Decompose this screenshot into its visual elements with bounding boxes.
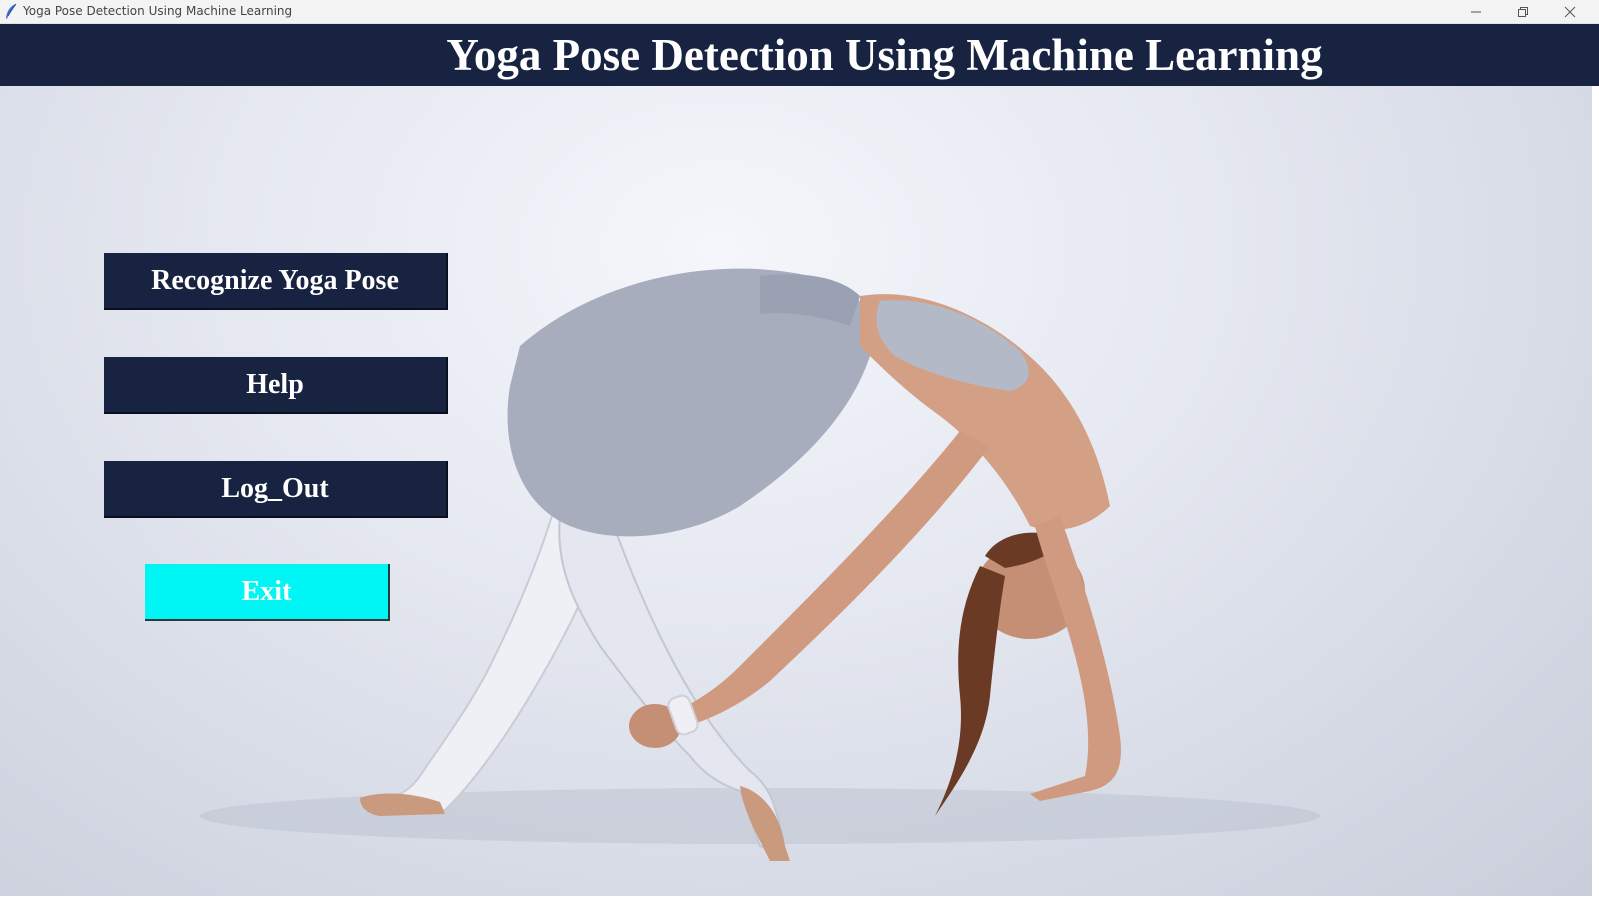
app-window: Yoga Pose Detection Using Machine Learni… [0,0,1599,899]
help-button[interactable]: Help [104,357,448,414]
minimize-button[interactable] [1453,0,1499,23]
page-title: Yoga Pose Detection Using Machine Learni… [446,30,1323,80]
window-title: Yoga Pose Detection Using Machine Learni… [23,4,293,18]
window-right-edge [1592,86,1599,899]
feather-icon [4,3,18,20]
header-banner: Yoga Pose Detection Using Machine Learni… [0,24,1599,86]
close-icon [1564,6,1576,17]
close-button[interactable] [1547,0,1593,23]
minimize-icon [1471,11,1481,12]
restore-icon [1518,6,1528,17]
logout-button[interactable]: Log_Out [104,461,448,518]
recognize-yoga-pose-button[interactable]: Recognize Yoga Pose [104,253,448,310]
restore-button[interactable] [1500,0,1546,23]
exit-button[interactable]: Exit [145,564,390,621]
title-bar[interactable]: Yoga Pose Detection Using Machine Learni… [0,0,1599,24]
